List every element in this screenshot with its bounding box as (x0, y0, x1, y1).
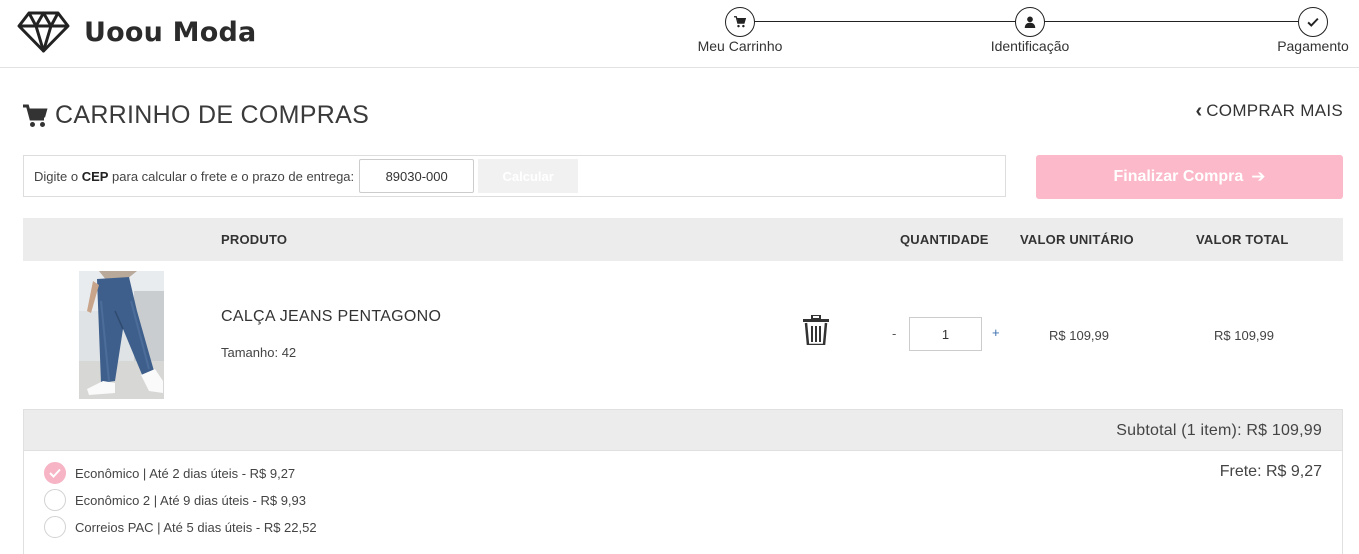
shipping-option-economico-2[interactable]: Econômico 2 | Até 9 dias úteis - R$ 9,93 (44, 489, 306, 511)
brand-name: Uoou Moda (84, 16, 257, 48)
step-cart-label: Meu Carrinho (697, 38, 783, 54)
cep-calculator: Digite o CEP para calcular o frete e o p… (23, 155, 1006, 197)
diamond-icon (17, 11, 70, 53)
header-total-price: VALOR TOTAL (1196, 232, 1289, 247)
product-size: Tamanho: 42 (221, 345, 297, 360)
shipping-option-label: Econômico 2 | Até 9 dias úteis - R$ 9,93 (75, 492, 307, 508)
trash-icon[interactable] (803, 315, 829, 345)
radio-unchecked[interactable] (44, 489, 66, 511)
subtotal-text: Subtotal (1 item): R$ 109,99 (1116, 422, 1322, 439)
cart-table-header: PRODUTO QUANTIDADE VALOR UNITÁRIO VALOR … (23, 218, 1343, 261)
page-title-text: CARRINHO DE COMPRAS (55, 101, 370, 129)
cep-instruction: Digite o CEP para calcular o frete e o p… (34, 168, 355, 184)
quantity-decrease-button[interactable]: - (892, 326, 896, 341)
check-icon (49, 468, 61, 478)
header-product: PRODUTO (221, 232, 288, 247)
shipping-option-economico[interactable]: Econômico | Até 2 dias úteis - R$ 9,27 (44, 462, 295, 484)
shipping-options: Econômico | Até 2 dias úteis - R$ 9,27 E… (23, 451, 1343, 554)
shipping-option-label: Econômico | Até 2 dias úteis - R$ 9,27 (75, 465, 296, 481)
finish-purchase-button[interactable]: Finalizar Compra ➔ (1036, 155, 1343, 199)
brand-logo[interactable]: Uoou Moda (17, 11, 256, 53)
step-cart: Meu Carrinho (690, 7, 790, 54)
step-identification-label: Identificação (990, 38, 1070, 54)
shopping-cart-icon (23, 104, 48, 127)
buy-more-link[interactable]: ‹ COMPRAR MAIS (1196, 101, 1343, 121)
cart-icon (734, 16, 746, 28)
product-image[interactable] (79, 271, 164, 399)
step-identification-circle (1015, 7, 1045, 37)
product-name[interactable]: CALÇA JEANS PENTAGONO (221, 308, 441, 326)
step-cart-circle (725, 7, 755, 37)
cep-input[interactable] (359, 159, 475, 193)
step-payment-label: Pagamento (1277, 38, 1349, 54)
header-unit-price: VALOR UNITÁRIO (1020, 232, 1134, 247)
total-price: R$ 109,99 (1214, 328, 1274, 343)
quantity-input[interactable] (909, 317, 982, 351)
calculate-button[interactable]: Calcular (478, 159, 579, 193)
header-quantity: QUANTIDADE (900, 232, 989, 247)
finish-purchase-label: Finalizar Compra (1113, 168, 1244, 185)
arrow-right-icon: ➔ (1251, 167, 1266, 186)
user-icon (1024, 16, 1036, 28)
step-identification: Identificação (975, 7, 1085, 54)
unit-price: R$ 109,99 (1049, 328, 1109, 343)
radio-checked[interactable] (44, 462, 66, 484)
page-title: CARRINHO DE COMPRAS (23, 101, 369, 130)
site-header: Uoou Moda Meu Carrinho Identificação Pag… (0, 0, 1359, 68)
check-icon (1307, 17, 1319, 27)
shipping-option-label: Correios PAC | Até 5 dias úteis - R$ 22,… (75, 519, 317, 535)
step-payment: Pagamento (1266, 7, 1359, 54)
step-payment-circle (1298, 7, 1328, 37)
subtotal-bar: Subtotal (1 item): R$ 109,99 (23, 409, 1343, 451)
chevron-left-icon: ‹ (1195, 100, 1203, 122)
product-photo-jeans (79, 271, 164, 399)
quantity-increase-button[interactable]: + (992, 325, 1000, 340)
buy-more-label: COMPRAR MAIS (1206, 101, 1343, 120)
shipping-option-correios-pac[interactable]: Correios PAC | Até 5 dias úteis - R$ 22,… (44, 516, 317, 538)
shipping-cost: Frete: R$ 9,27 (1219, 463, 1322, 480)
radio-unchecked[interactable] (44, 516, 66, 538)
